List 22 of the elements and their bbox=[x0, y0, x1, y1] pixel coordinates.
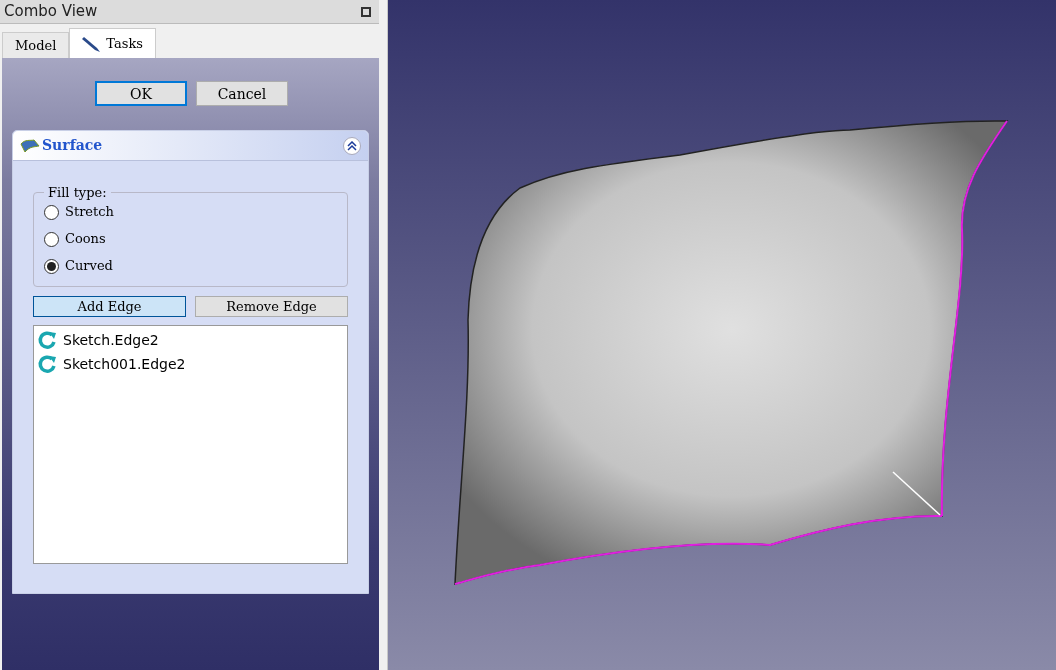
group-label: Fill type: bbox=[47, 184, 108, 202]
tab[interactable]: Model bbox=[2, 32, 70, 58]
surface-icon bbox=[20, 137, 40, 154]
ok-button[interactable]: OK bbox=[95, 81, 187, 106]
radio-option[interactable]: Coons bbox=[44, 225, 337, 253]
float-window-icon[interactable] bbox=[361, 6, 371, 17]
refresh-arrow-icon bbox=[37, 354, 57, 374]
panel-title: Combo View bbox=[4, 1, 98, 23]
cancel-button[interactable]: Cancel bbox=[196, 81, 288, 106]
refresh-arrow-icon bbox=[37, 330, 57, 350]
edge-list-item[interactable]: Sketch001.Edge2 bbox=[37, 352, 344, 376]
pencil-icon bbox=[82, 34, 103, 53]
remove-edge-button[interactable]: Remove Edge bbox=[195, 296, 348, 317]
3d-viewport[interactable] bbox=[388, 0, 1056, 670]
surface-drawing[interactable] bbox=[454, 120, 1008, 585]
tab[interactable]: Tasks bbox=[69, 28, 156, 58]
add-edge-button[interactable]: Add Edge bbox=[33, 296, 186, 317]
task-box-title: Surface bbox=[42, 136, 103, 155]
edge-list-item[interactable]: Sketch.Edge2 bbox=[37, 328, 344, 352]
double-chevron-icon bbox=[347, 140, 357, 151]
radio-option[interactable]: Curved bbox=[44, 252, 337, 280]
collapse-button[interactable] bbox=[343, 136, 361, 155]
